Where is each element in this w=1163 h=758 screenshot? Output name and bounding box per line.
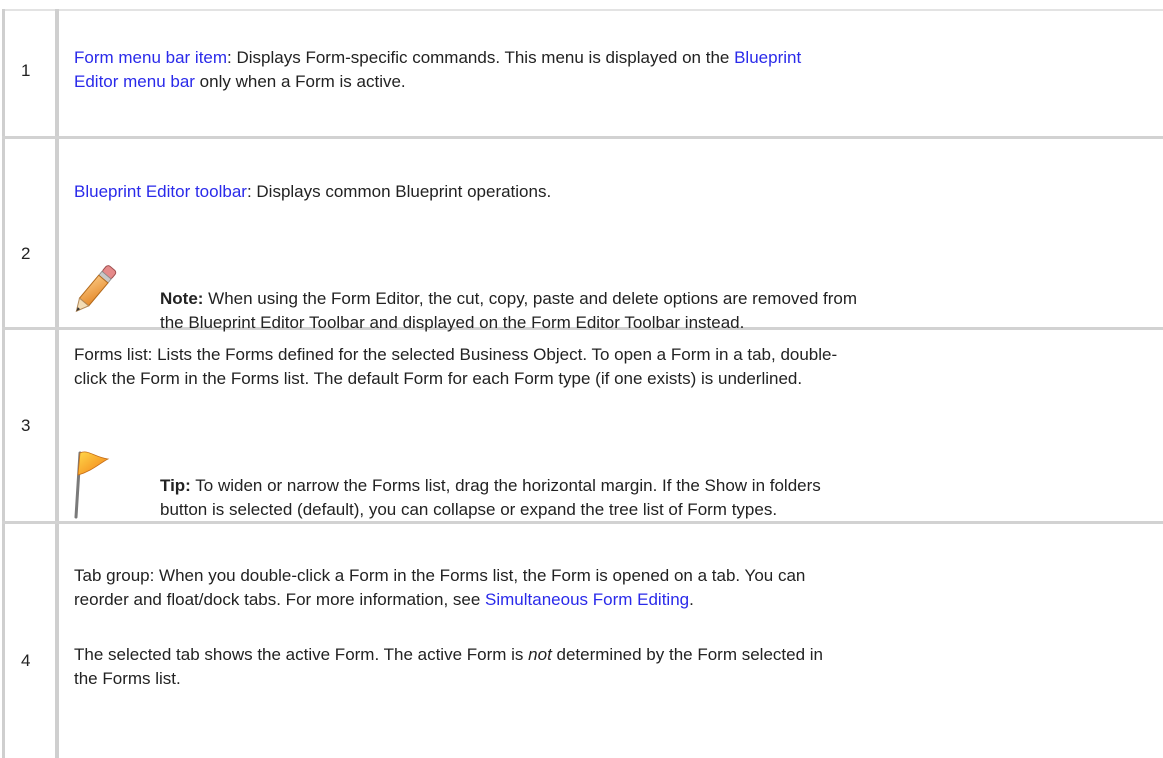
form-menu-bar-item-link[interactable]: Form menu bar item: [74, 48, 227, 67]
description-text: Form menu bar item: Displays Form-specif…: [74, 46, 1153, 94]
row-description: Blueprint Editor toolbar: Displays commo…: [74, 180, 1153, 204]
tip-label: Tip:: [160, 476, 191, 495]
description-text-part: only when a Form is active.: [194, 72, 406, 91]
tip-text: Tip: To widen or narrow the Forms list, …: [160, 474, 1149, 522]
note-text: Note: When using the Form Editor, the cu…: [160, 287, 1149, 335]
description-text-part: click the Form in the Forms list. The de…: [74, 369, 803, 388]
row-divider: [2, 136, 1163, 139]
row-description: Form menu bar item: Displays Form-specif…: [74, 46, 1153, 94]
tip-text-part: button is selected (default), you can co…: [160, 500, 778, 519]
table-column-divider: [55, 9, 59, 758]
emphasis-text: not: [528, 645, 552, 664]
description-text-part: Tab group: When you double-click a Form …: [74, 566, 806, 585]
pencil-icon: [75, 265, 117, 313]
row-description: Tab group: When you double-click a Form …: [74, 564, 1153, 612]
description-text: The selected tab shows the active Form. …: [74, 643, 1153, 691]
description-text-part: Forms list: Lists the Forms defined for …: [74, 345, 838, 364]
description-text-part: .: [689, 590, 694, 609]
description-text-part: reorder and float/dock tabs. For more in…: [74, 590, 486, 609]
blueprint-editor-menu-bar-link[interactable]: Blueprint: [734, 48, 801, 67]
note-label: Note:: [160, 289, 204, 308]
description-text: Forms list: Lists the Forms defined for …: [74, 343, 1153, 391]
table-top-border: [2, 9, 1163, 11]
row-description: The selected tab shows the active Form. …: [74, 643, 1153, 691]
description-text: Blueprint Editor toolbar: Displays commo…: [74, 180, 1153, 204]
table-left-border: [2, 9, 5, 758]
flag-icon: [74, 451, 110, 519]
note-text-part: the Blueprint Editor Toolbar and display…: [160, 313, 745, 332]
tip-text-part: To widen or narrow the Forms list, drag …: [190, 476, 821, 495]
ui-element-table: 1 Form menu bar item: Displays Form-spec…: [0, 0, 1163, 758]
description-text-part: The selected tab shows the active Form. …: [74, 645, 529, 664]
note-block: Note: When using the Form Editor, the cu…: [160, 270, 1149, 352]
row-number: 2: [21, 244, 31, 263]
blueprint-editor-menu-bar-link[interactable]: Editor menu bar: [74, 72, 195, 91]
description-text-part: the Forms list.: [74, 669, 181, 688]
description-text-part: determined by the Form selected in: [551, 645, 823, 664]
row-number: 3: [21, 416, 31, 435]
description-text: Tab group: When you double-click a Form …: [74, 564, 1153, 612]
description-text-part: : Displays common Blueprint operations.: [246, 182, 552, 201]
tip-block: Tip: To widen or narrow the Forms list, …: [160, 457, 1149, 539]
row-number: 4: [21, 651, 31, 670]
row-number: 1: [21, 61, 31, 80]
simultaneous-form-editing-link[interactable]: Simultaneous Form Editing: [485, 590, 689, 609]
row-description: Forms list: Lists the Forms defined for …: [74, 343, 1153, 391]
note-text-part: When using the Form Editor, the cut, cop…: [203, 289, 858, 308]
blueprint-editor-toolbar-link[interactable]: Blueprint Editor toolbar: [74, 182, 247, 201]
description-text-part: : Displays Form-specific commands. This …: [227, 48, 735, 67]
